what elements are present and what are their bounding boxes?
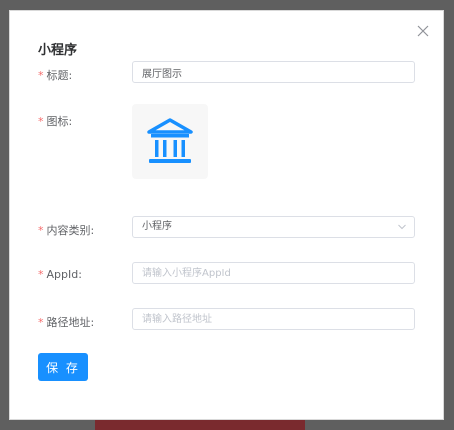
chevron-down-icon [398,224,406,230]
museum-building-icon [147,118,193,163]
appid-label: * AppId: [38,268,82,281]
required-mark: * [38,316,44,329]
required-mark: * [38,69,44,82]
dialog-title: 小程序 [38,43,78,58]
content-type-select[interactable]: 小程序 [132,216,415,238]
content-type-value: 小程序 [142,221,172,232]
close-icon[interactable] [417,25,429,37]
required-mark: * [38,268,44,281]
icon-label-text: 图标: [46,115,73,128]
required-mark: * [38,115,44,128]
backdrop-stripe [95,419,305,430]
title-input[interactable] [132,61,415,83]
required-mark: * [38,224,44,237]
title-label-text: 标题: [46,69,73,82]
icon-picker[interactable] [132,104,208,179]
path-label: * 路径地址: [38,314,94,330]
appid-label-text: AppId: [46,268,82,281]
content-type-label: * 内容类别: [38,222,94,238]
appid-input[interactable] [132,262,415,284]
save-button[interactable]: 保 存 [38,353,88,381]
path-label-text: 路径地址: [46,316,95,329]
title-label: * 标题: [38,67,72,83]
mini-program-dialog: 小程序 *标题: *图标: *内容类别: 小程序 *AppId: [9,10,444,420]
content-type-label-text: 内容类别: [46,224,95,237]
path-input[interactable] [132,308,415,330]
icon-label: * 图标: [38,113,72,129]
